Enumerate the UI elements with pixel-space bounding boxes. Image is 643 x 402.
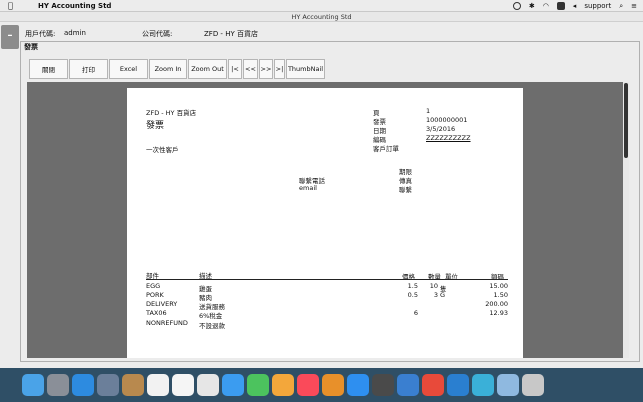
safari-icon[interactable] — [72, 374, 94, 396]
facetime-icon[interactable] — [247, 374, 269, 396]
report-toolbar: 關閉 打印 Excel Zoom In Zoom Out |< << >> >|… — [29, 59, 326, 79]
line-qty: 3 — [433, 291, 438, 299]
contact-label: 聯繫 — [399, 186, 412, 194]
line-price: 0.5 — [407, 291, 418, 299]
line-amount: 12.93 — [489, 309, 508, 317]
customer-order-label: 客戶訂單 — [373, 145, 399, 153]
report-viewer[interactable]: ZFD - HY 百貨店 發票 一次性客戶 頁 1 發票 1000000001 … — [27, 82, 625, 358]
customer-name: 一次性客戶 — [146, 146, 179, 154]
collapse-button[interactable]: – — [1, 25, 19, 49]
sync-icon[interactable] — [512, 2, 521, 10]
system-preferences-icon[interactable] — [372, 374, 394, 396]
app-store-icon[interactable] — [347, 374, 369, 396]
line-part: EGG — [146, 282, 161, 290]
menu-list-icon[interactable]: ≡ — [631, 2, 637, 10]
report-title: 發票 — [146, 121, 165, 131]
viewer-scroll-thumb[interactable] — [624, 83, 628, 158]
quicktime-icon[interactable] — [397, 374, 419, 396]
volume-icon[interactable]: ◂ — [573, 2, 577, 10]
user-code-value: admin — [64, 29, 86, 37]
dock — [0, 368, 643, 402]
last-page-button[interactable]: >| — [274, 59, 285, 79]
w-app-icon[interactable] — [447, 374, 469, 396]
messages-icon[interactable] — [222, 374, 244, 396]
line-price: 1.5 — [407, 282, 418, 290]
reminders-icon[interactable] — [172, 374, 194, 396]
line-amount: 200.00 — [485, 300, 508, 308]
search-icon[interactable]: ⌕ — [619, 2, 623, 11]
downloads-folder-icon[interactable] — [497, 374, 519, 396]
print-button[interactable]: 打印 — [69, 59, 108, 79]
thumbnail-button[interactable]: ThumbNail — [286, 59, 325, 79]
header-divider — [146, 279, 508, 280]
trash-icon[interactable] — [522, 374, 544, 396]
line-part: DELIVERY — [146, 300, 178, 308]
excel-button[interactable]: Excel — [109, 59, 148, 79]
pen-app-icon[interactable] — [422, 374, 444, 396]
company-code-label: 公司代碼: — [142, 30, 173, 38]
menu-bar:  HY Accounting Std ✱ ◠ ◂ support ⌕ ≡ — [0, 0, 643, 12]
next-page-button[interactable]: >> — [259, 59, 273, 79]
contacts-icon[interactable] — [122, 374, 144, 396]
invoice-page: ZFD - HY 百貨店 發票 一次性客戶 頁 1 發票 1000000001 … — [127, 88, 523, 358]
close-button[interactable]: 關閉 — [29, 59, 68, 79]
wifi-icon[interactable]: ◠ — [543, 2, 549, 10]
launchpad-icon[interactable] — [47, 374, 69, 396]
finder-icon[interactable] — [22, 374, 44, 396]
line-amount: 15.00 — [489, 282, 508, 290]
accounting-app-icon[interactable] — [472, 374, 494, 396]
line-unit: G — [440, 291, 446, 299]
apple-icon[interactable]:  — [8, 1, 18, 10]
line-desc: 不設退款 — [199, 322, 225, 330]
report-company: ZFD - HY 百貨店 — [146, 109, 197, 117]
prev-page-button[interactable]: << — [243, 59, 258, 79]
notes-icon[interactable] — [147, 374, 169, 396]
zoom-out-button[interactable]: Zoom Out — [188, 59, 227, 79]
line-part: NONREFUND — [146, 319, 188, 327]
preview-icon[interactable] — [97, 374, 119, 396]
line-price: 6 — [413, 309, 418, 317]
line-qty: 10 — [429, 282, 438, 290]
books-icon[interactable] — [322, 374, 344, 396]
invoice-number: 1000000001 — [426, 116, 468, 124]
line-part: PORK — [146, 291, 164, 299]
input-source-icon[interactable] — [556, 2, 565, 10]
app-menu-name[interactable]: HY Accounting Std — [38, 2, 111, 10]
app-window: HY Accounting Std – 用戶代碼: admin 公司代碼: ZF… — [0, 12, 643, 368]
photos-icon[interactable] — [272, 374, 294, 396]
window-title: HY Accounting Std — [0, 12, 643, 22]
music-icon[interactable] — [297, 374, 319, 396]
date-value: 3/5/2016 — [426, 125, 456, 133]
line-part: TAX06 — [146, 309, 167, 317]
panel-title: 發票 — [24, 43, 38, 51]
invoice-panel: 發票 關閉 打印 Excel Zoom In Zoom Out |< << >>… — [20, 41, 640, 362]
first-page-button[interactable]: |< — [228, 59, 242, 79]
line-desc: 6%稅金 — [199, 312, 223, 320]
bluetooth-icon[interactable]: ✱ — [529, 2, 535, 10]
status-area: ✱ ◠ ◂ support ⌕ ≡ — [512, 0, 637, 12]
page-value: 1 — [426, 107, 431, 115]
company-code-value: ZFD - HY 百貨店 — [204, 30, 258, 38]
user-menu[interactable]: support — [584, 2, 611, 10]
email-label: email — [299, 184, 317, 192]
numbers-icon[interactable] — [197, 374, 219, 396]
line-amount: 1.50 — [493, 291, 508, 299]
zoom-in-button[interactable]: Zoom In — [149, 59, 187, 79]
code-value: ZZZZZZZZZZ — [426, 134, 471, 142]
user-code-label: 用戶代碼: — [25, 30, 56, 38]
